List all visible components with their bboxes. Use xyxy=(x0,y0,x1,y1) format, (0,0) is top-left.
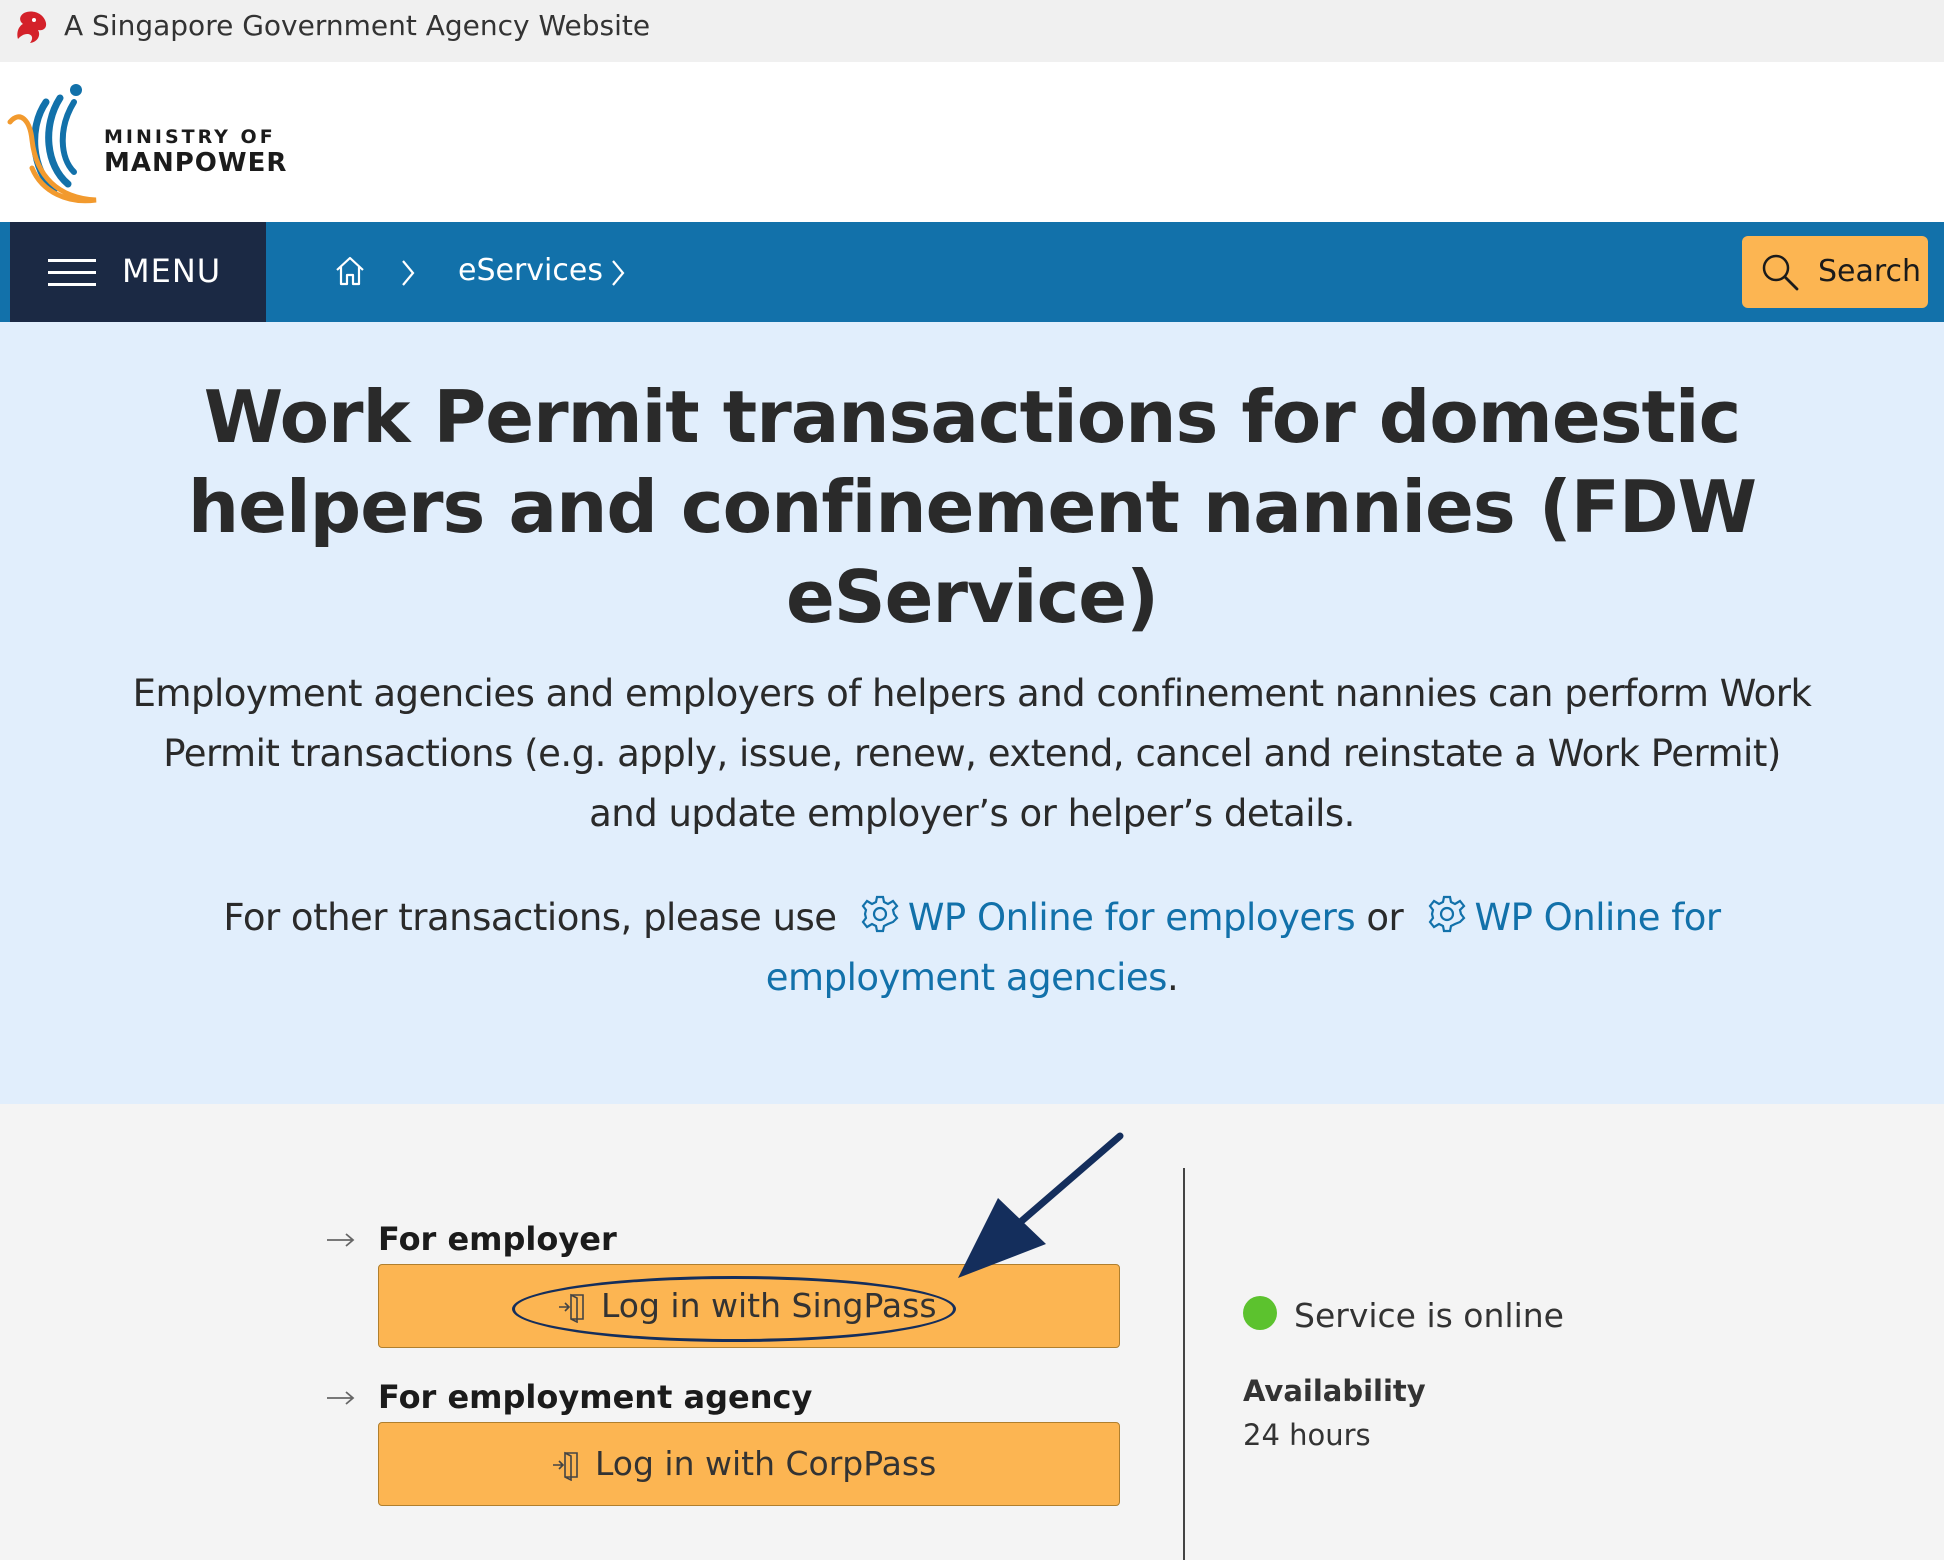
search-icon xyxy=(1762,254,1799,291)
site-header: MINISTRY OF MANPOWER xyxy=(0,62,1944,222)
or-text: or xyxy=(1366,896,1404,939)
employer-label: For employer xyxy=(378,1220,617,1258)
breadcrumb-eservices[interactable]: eServices xyxy=(458,253,603,288)
corppass-login-button[interactable]: Log in with CorpPass xyxy=(378,1422,1120,1506)
masthead-text: A Singapore Government Agency Website xyxy=(64,9,651,42)
lion-head-icon xyxy=(17,11,47,43)
singpass-button-label: Log in with SingPass xyxy=(601,1286,937,1325)
chevron-right-icon xyxy=(402,260,415,286)
login-door-icon xyxy=(553,1451,578,1481)
arrow-right-icon xyxy=(327,1233,355,1247)
search-button[interactable]: Search xyxy=(1742,236,1928,308)
status-indicator xyxy=(1243,1296,1277,1330)
menu-label: MENU xyxy=(122,252,222,290)
period: . xyxy=(1166,956,1179,999)
home-icon[interactable] xyxy=(334,254,366,288)
agency-label: For employment agency xyxy=(378,1378,813,1416)
status-text: Service is online xyxy=(1294,1296,1564,1335)
login-section: For employer Log in with SingPass For em… xyxy=(0,1104,1944,1560)
mom-logo[interactable]: MINISTRY OF MANPOWER xyxy=(6,80,286,206)
gov-masthead: A Singapore Government Agency Website xyxy=(0,0,1944,62)
menu-button[interactable]: MENU xyxy=(10,222,266,322)
availability-value: 24 hours xyxy=(1243,1418,1371,1452)
logo-line1: MINISTRY OF xyxy=(104,126,276,148)
wp-online-employers-link[interactable]: WP Online for employers xyxy=(908,896,1356,939)
main-navbar: MENU eServices Search xyxy=(0,222,1944,322)
other-transactions-text: For other transactions, please use WP On… xyxy=(132,888,1812,1008)
mom-logo-mark-icon xyxy=(7,84,97,204)
logo-line2: MANPOWER xyxy=(104,148,288,178)
availability-label: Availability xyxy=(1243,1374,1426,1408)
gear-icon xyxy=(1428,895,1465,933)
page-description: Employment agencies and employers of hel… xyxy=(132,672,1812,835)
arrow-right-icon xyxy=(327,1391,355,1405)
other-prefix: For other transactions, please use xyxy=(223,896,837,939)
search-label: Search xyxy=(1818,254,1922,289)
hero-section: Work Permit transactions for domestic he… xyxy=(0,322,1944,1104)
page-title: Work Permit transactions for domestic he… xyxy=(187,375,1757,639)
hamburger-icon xyxy=(48,259,96,287)
vertical-divider xyxy=(1183,1168,1185,1560)
chevron-right-icon xyxy=(612,260,625,286)
gear-icon xyxy=(861,895,899,933)
annotation-arrow-icon xyxy=(958,1132,1124,1278)
login-door-icon xyxy=(559,1293,584,1323)
corppass-button-label: Log in with CorpPass xyxy=(595,1444,937,1483)
